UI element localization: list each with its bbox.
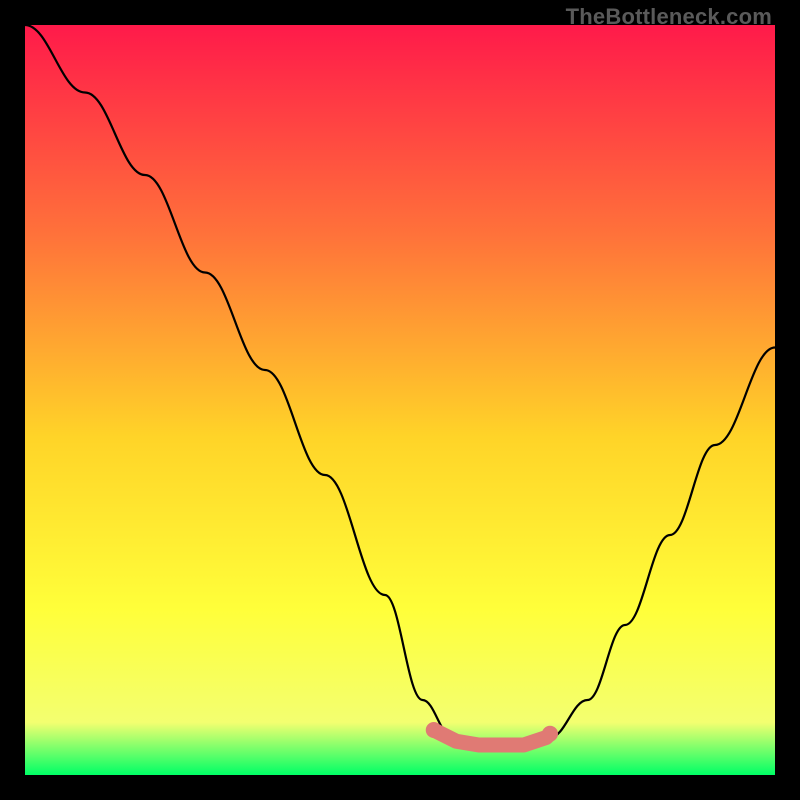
watermark-text: TheBottleneck.com: [566, 4, 772, 30]
chart-svg: [25, 25, 775, 775]
marker-dot: [426, 722, 442, 738]
gradient-background: [25, 25, 775, 775]
plot-area: [25, 25, 775, 775]
marker-dot: [542, 726, 558, 742]
chart-container: TheBottleneck.com: [0, 0, 800, 800]
